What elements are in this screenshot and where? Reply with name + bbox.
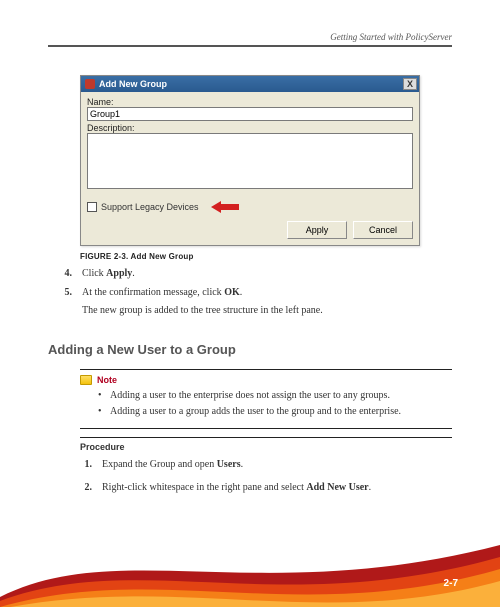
section-heading: Adding a New User to a Group <box>48 342 452 357</box>
cancel-button[interactable]: Cancel <box>353 221 413 239</box>
procedure-steps-continued: 4. Click Apply. 5. At the confirmation m… <box>60 267 452 299</box>
support-legacy-label: Support Legacy Devices <box>101 202 199 212</box>
procedure-heading: Procedure <box>80 437 452 452</box>
apply-button[interactable]: Apply <box>287 221 347 239</box>
note-title: Note <box>97 375 117 385</box>
step-number: 4. <box>60 267 72 281</box>
step-number: 2. <box>80 481 92 495</box>
note-block: Note Adding a user to the enterprise doe… <box>80 369 452 429</box>
dialog-titlebar: Add New Group X <box>81 76 419 92</box>
step-4: 4. Click Apply. <box>60 267 452 281</box>
legacy-row: Support Legacy Devices <box>87 201 413 213</box>
page-number: 2-7 <box>444 578 458 589</box>
support-legacy-checkbox[interactable] <box>87 202 97 212</box>
step-text: Click Apply. <box>82 267 135 281</box>
note-icon <box>80 375 92 385</box>
description-label: Description: <box>87 123 413 133</box>
footer-swoosh-graphic <box>0 527 500 607</box>
note-head: Note <box>80 375 452 385</box>
add-new-group-dialog: Add New Group X Name: Description: Suppo… <box>80 75 420 246</box>
step-number: 5. <box>60 286 72 300</box>
note-bullets: Adding a user to the enterprise does not… <box>98 389 452 419</box>
step-text: Expand the Group and open Users. <box>102 458 243 472</box>
step-2: 2. Right-click whitespace in the right p… <box>80 481 452 495</box>
running-head: Getting Started with PolicyServer <box>48 32 452 47</box>
dialog-button-row: Apply Cancel <box>87 221 413 239</box>
close-icon[interactable]: X <box>403 78 417 90</box>
note-bullet: Adding a user to the enterprise does not… <box>98 389 452 403</box>
result-text: The new group is added to the tree struc… <box>82 304 452 318</box>
note-bullet: Adding a user to a group adds the user t… <box>98 405 452 419</box>
dialog-title: Add New Group <box>99 79 167 89</box>
step-1: 1. Expand the Group and open Users. <box>80 458 452 472</box>
step-text: At the confirmation message, click OK. <box>82 286 242 300</box>
name-input[interactable] <box>87 107 413 121</box>
figure-caption: FIGURE 2-3. Add New Group <box>80 252 452 261</box>
name-label: Name: <box>87 97 413 107</box>
dialog-body: Name: Description: Support Legacy Device… <box>81 92 419 245</box>
description-input[interactable] <box>87 133 413 189</box>
callout-arrow-icon <box>211 201 239 213</box>
step-text: Right-click whitespace in the right pane… <box>102 481 371 495</box>
step-number: 1. <box>80 458 92 472</box>
document-page: Getting Started with PolicyServer Add Ne… <box>0 0 500 495</box>
step-5: 5. At the confirmation message, click OK… <box>60 286 452 300</box>
app-icon <box>85 79 95 89</box>
procedure-steps: 1. Expand the Group and open Users. 2. R… <box>80 458 452 495</box>
